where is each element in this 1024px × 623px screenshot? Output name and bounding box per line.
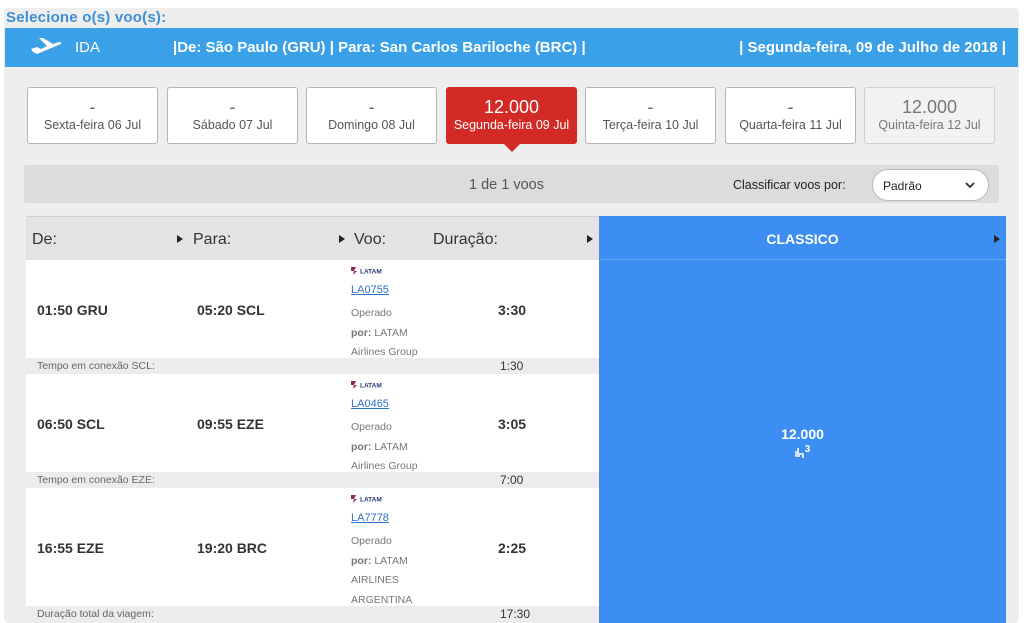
sort-arrow-icon[interactable] bbox=[587, 235, 593, 243]
by-label: por: bbox=[351, 554, 372, 567]
operator-name: LATAM bbox=[374, 440, 408, 453]
latam-logo-icon: LATAM bbox=[351, 495, 382, 504]
flight-segment-1: 01:50 GRU 05:20 SCL LATAM LA0755 Operado… bbox=[26, 260, 599, 358]
segment-duration: 2:25 bbox=[498, 540, 527, 556]
day-price: 12.000 bbox=[483, 97, 540, 117]
flight-segment-2: 06:50 SCL 09:55 EZE LATAM LA0465 Operado… bbox=[26, 374, 599, 472]
sort-arrow-icon bbox=[994, 235, 1000, 243]
operator-name-2: AIRLINES bbox=[351, 574, 399, 586]
fare-price[interactable]: 12.000 bbox=[599, 426, 1006, 442]
day-card-sat-07[interactable]: - Sábado 07 Jul bbox=[167, 87, 298, 144]
airline-logo-text: LATAM bbox=[360, 497, 382, 504]
total-duration-value: 17:30 bbox=[500, 607, 531, 621]
arrival-time: 05:20 SCL bbox=[197, 302, 265, 318]
latam-logo-icon: LATAM bbox=[351, 381, 382, 390]
chevron-down-icon bbox=[965, 182, 975, 189]
connection-label: Tempo em conexão EZE: bbox=[37, 474, 155, 486]
day-label: Domingo 08 Jul bbox=[328, 118, 415, 132]
departure-time: 16:55 EZE bbox=[37, 540, 104, 556]
segment-duration: 3:30 bbox=[498, 302, 527, 318]
operator-info: Operado por: LATAM Airlines Group bbox=[351, 418, 451, 477]
seats-count: 3 bbox=[804, 444, 811, 455]
day-label: Terça-feira 10 Jul bbox=[602, 118, 699, 132]
fare-column-classico[interactable]: CLASSICO 12.000 3 bbox=[599, 216, 1006, 623]
operated-label: Operado bbox=[351, 307, 392, 319]
departure-time: 06:50 SCL bbox=[37, 416, 105, 432]
operator-name: LATAM bbox=[374, 554, 408, 567]
col-header-to[interactable]: Para: bbox=[193, 231, 231, 249]
day-price: - bbox=[787, 97, 794, 117]
day-card-tue-10[interactable]: - Terça-feira 10 Jul bbox=[585, 87, 716, 144]
day-price: - bbox=[89, 97, 96, 117]
by-label: por: bbox=[351, 440, 372, 453]
col-header-flight[interactable]: Voo: bbox=[354, 231, 386, 249]
operator-name: LATAM bbox=[374, 326, 408, 339]
day-price: - bbox=[229, 97, 236, 117]
day-card-mon-09-selected[interactable]: 12.000 Segunda-feira 09 Jul bbox=[446, 87, 577, 152]
connection-time: 7:00 bbox=[500, 473, 524, 487]
day-price: - bbox=[647, 97, 654, 117]
arrival-time: 09:55 EZE bbox=[197, 416, 264, 432]
fare-column-header[interactable]: CLASSICO bbox=[599, 216, 1006, 260]
sort-select[interactable]: Padrão bbox=[872, 169, 989, 201]
operator-line: por: LATAM bbox=[351, 438, 451, 458]
connection-row: Tempo em conexão SCL: 1:30 bbox=[26, 358, 599, 374]
plane-icon bbox=[31, 38, 62, 54]
arrival-time: 19:20 BRC bbox=[197, 540, 268, 556]
day-label: Quinta-feira 12 Jul bbox=[878, 118, 981, 132]
seat-icon bbox=[795, 448, 804, 458]
total-duration-row: Duração total da viagem: 17:30 bbox=[26, 606, 599, 623]
day-label: Segunda-feira 09 Jul bbox=[453, 118, 570, 132]
day-card-sun-08[interactable]: - Domingo 08 Jul bbox=[306, 87, 437, 144]
results-count: 1 de 1 voos bbox=[469, 177, 544, 193]
departure-time: 01:50 GRU bbox=[37, 302, 108, 318]
col-header-from[interactable]: De: bbox=[32, 231, 57, 249]
operator-info: Operado por: LATAM AIRLINES ARGENTINA bbox=[351, 532, 451, 610]
flight-segment-3: 16:55 EZE 19:20 BRC LATAM LA7778 Operado… bbox=[26, 488, 599, 606]
sort-value: Padrão bbox=[883, 179, 922, 193]
route-label: |De: São Paulo (GRU) | Para: San Carlos … bbox=[173, 39, 586, 56]
day-price: - bbox=[368, 97, 375, 117]
day-label: Quarta-feira 11 Jul bbox=[739, 118, 842, 132]
itinerary-header: IDA |De: São Paulo (GRU) | Para: San Car… bbox=[5, 28, 1018, 67]
latam-logo-icon: LATAM bbox=[351, 267, 382, 276]
day-card-fri-06[interactable]: - Sexta-feira 06 Jul bbox=[27, 87, 158, 144]
segment-duration: 3:05 bbox=[498, 416, 527, 432]
day-label: Sexta-feira 06 Jul bbox=[43, 118, 142, 132]
day-label: Sábado 07 Jul bbox=[192, 118, 273, 132]
airline-logo-text: LATAM bbox=[360, 383, 382, 390]
day-card-wed-11[interactable]: - Quarta-feira 11 Jul bbox=[725, 87, 856, 144]
operator-info: Operado por: LATAM Airlines Group bbox=[351, 304, 451, 363]
sort-arrow-icon[interactable] bbox=[177, 235, 183, 243]
fare-name: CLASSICO bbox=[766, 231, 839, 247]
direction-label: IDA bbox=[75, 39, 101, 56]
col-header-duration[interactable]: Duração: bbox=[433, 231, 498, 249]
flight-number-link[interactable]: LA0755 bbox=[351, 284, 389, 296]
flights-table: De: Para: Voo: Duração: CLASSICO 12.000 … bbox=[26, 216, 1006, 623]
sort-label: Classificar voos por: bbox=[733, 178, 846, 192]
flight-selection-page: { "section_title": "Selecione o(s) voo(s… bbox=[0, 0, 1024, 623]
section-title: Selecione o(s) voo(s): bbox=[6, 9, 167, 26]
results-summary-bar: 1 de 1 voos Classificar voos por: Padrão bbox=[24, 165, 999, 203]
operator-line: por: LATAM bbox=[351, 324, 451, 344]
operated-label: Operado bbox=[351, 535, 392, 547]
connection-row: Tempo em conexão EZE: 7:00 bbox=[26, 472, 599, 488]
connection-time: 1:30 bbox=[500, 359, 524, 373]
day-price: 12.000 bbox=[901, 97, 958, 117]
day-card-thu-12[interactable]: 12.000 Quinta-feira 12 Jul bbox=[864, 87, 995, 144]
table-header: De: Para: Voo: Duração: bbox=[26, 216, 599, 260]
total-duration-label: Duração total da viagem: bbox=[37, 608, 154, 620]
sort-arrow-icon[interactable] bbox=[339, 235, 345, 243]
by-label: por: bbox=[351, 326, 372, 339]
flight-number-link[interactable]: LA0465 bbox=[351, 398, 389, 410]
connection-label: Tempo em conexão SCL: bbox=[37, 360, 155, 372]
airline-logo-text: LATAM bbox=[360, 269, 382, 276]
flight-number-link[interactable]: LA7778 bbox=[351, 512, 389, 524]
seats-info: 3 bbox=[599, 444, 1006, 460]
date-label: | Segunda-feira, 09 de Julho de 2018 | bbox=[739, 39, 1006, 56]
operated-label: Operado bbox=[351, 421, 392, 433]
operator-line: por: LATAM bbox=[351, 552, 451, 572]
